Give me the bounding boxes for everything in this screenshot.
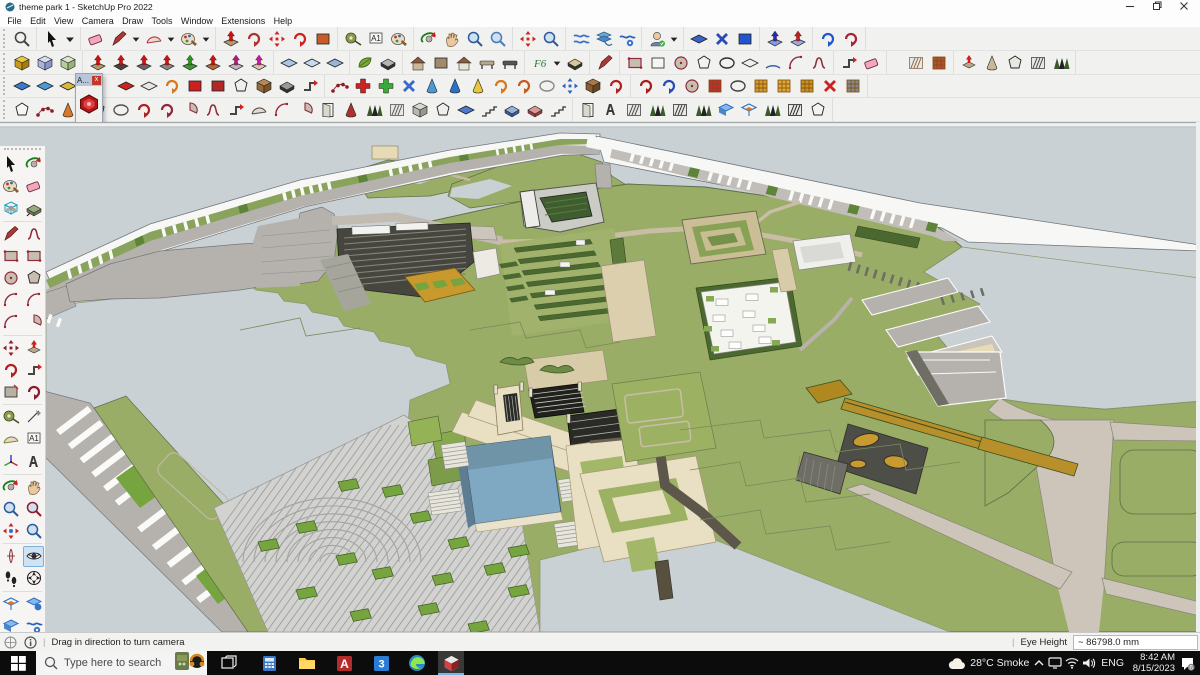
svg-text:A1: A1 bbox=[29, 434, 39, 443]
svg-text:6: 6 bbox=[1189, 664, 1193, 670]
svg-text:A1: A1 bbox=[371, 34, 381, 43]
svg-text:3: 3 bbox=[378, 658, 384, 670]
svg-text:F6: F6 bbox=[533, 58, 547, 70]
svg-text:A: A bbox=[340, 657, 349, 671]
